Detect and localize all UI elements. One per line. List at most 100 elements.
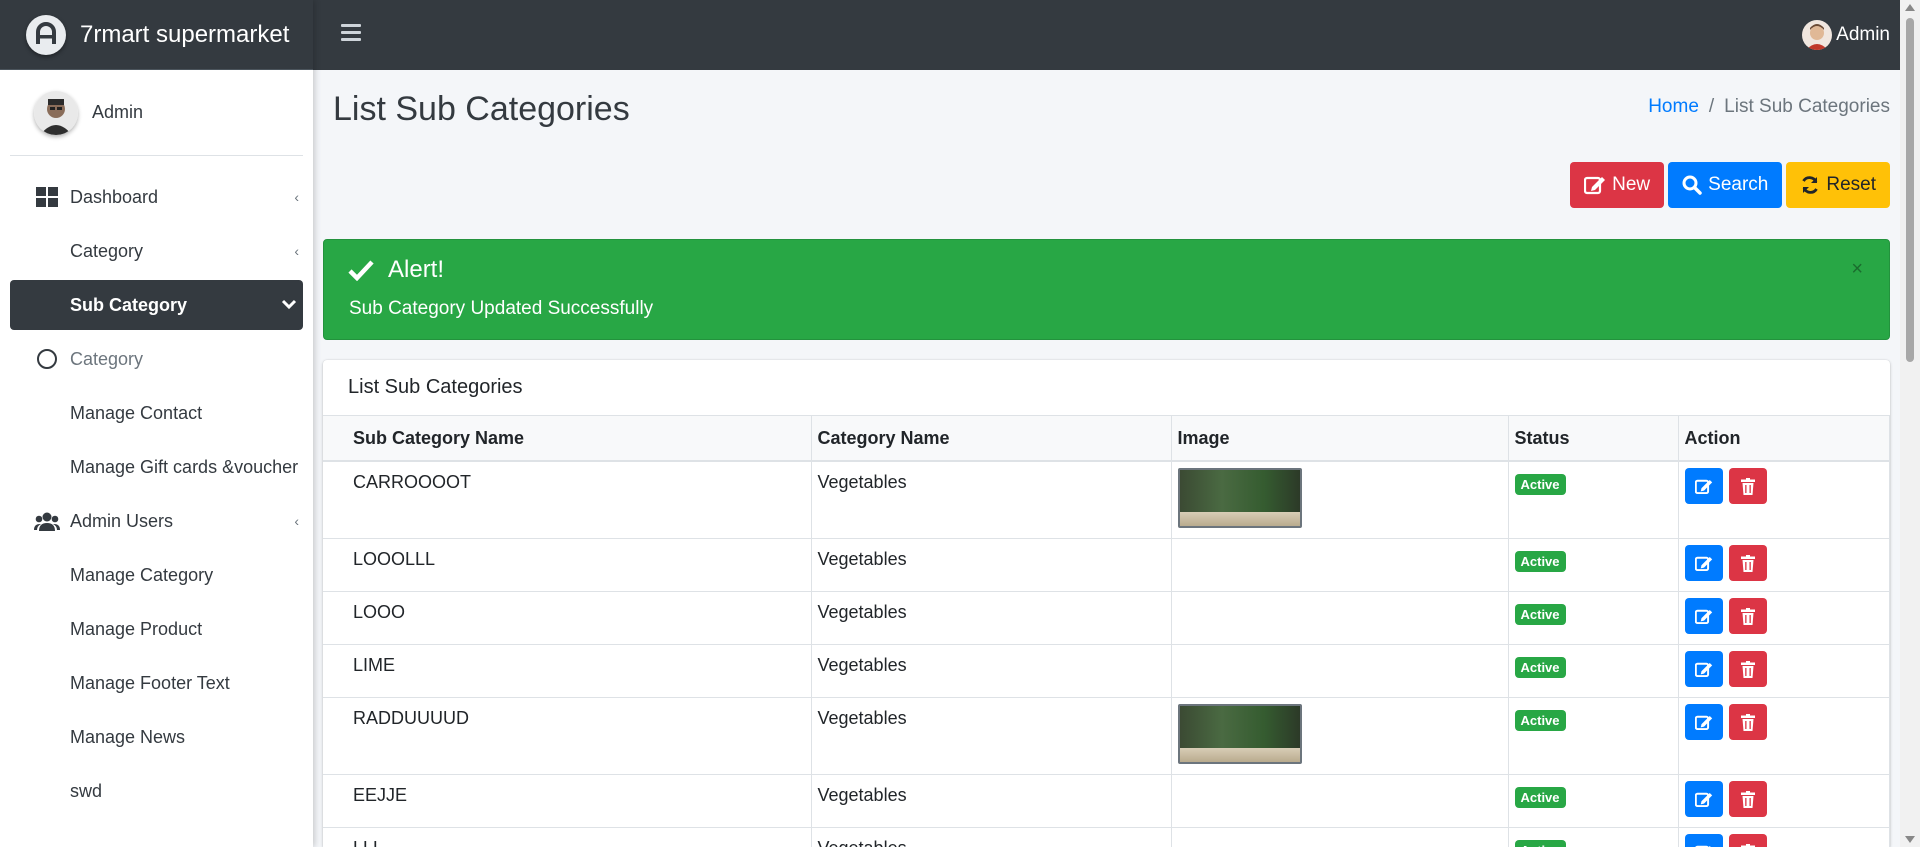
status-badge[interactable]: Active bbox=[1514, 474, 1566, 495]
sidebar-subitem-category[interactable]: Category bbox=[10, 334, 303, 384]
scroll-down-icon[interactable] bbox=[1905, 836, 1915, 843]
sub-category-image[interactable] bbox=[1177, 704, 1302, 764]
category-name: Vegetables bbox=[817, 602, 907, 622]
breadcrumb-home-link[interactable]: Home bbox=[1648, 96, 1699, 117]
status-cell: Active bbox=[1508, 644, 1679, 698]
image-cell bbox=[1171, 538, 1509, 592]
sidebar-item-label: Manage Footer Text bbox=[70, 672, 230, 693]
breadcrumb-separator: / bbox=[1708, 96, 1715, 117]
scroll-up-icon[interactable] bbox=[1905, 4, 1915, 11]
top-user-menu[interactable]: Admin bbox=[1802, 20, 1890, 50]
table-row: CARROOOOT Vegetables Active bbox=[323, 461, 1890, 539]
status-badge[interactable]: Active bbox=[1514, 710, 1566, 731]
edit-row-button[interactable] bbox=[1684, 545, 1723, 581]
sidebar-nav: Dashboard ‹ Category ‹ Sub Category Cate… bbox=[0, 172, 313, 816]
breadcrumb: Home / List Sub Categories bbox=[1648, 96, 1890, 118]
edit-row-button[interactable] bbox=[1684, 834, 1723, 847]
category-name: Vegetables bbox=[818, 838, 907, 847]
sub-category-image[interactable] bbox=[1177, 468, 1302, 528]
delete-row-button[interactable] bbox=[1728, 704, 1767, 740]
sidebar-item-swd[interactable]: swd bbox=[10, 766, 303, 816]
action-cell bbox=[1678, 827, 1890, 847]
sidebar-item-dashboard[interactable]: Dashboard ‹ bbox=[10, 172, 303, 222]
delete-row-button[interactable] bbox=[1728, 598, 1767, 634]
sidebar-item-label: swd bbox=[70, 780, 103, 801]
delete-row-button[interactable] bbox=[1728, 781, 1767, 817]
sidebar-item-manage-contact[interactable]: Manage Contact bbox=[10, 388, 303, 438]
status-badge[interactable]: Active bbox=[1514, 657, 1566, 678]
sidebar-item-manage-news[interactable]: Manage News bbox=[10, 712, 303, 762]
table-row: EEJJE Vegetables Active bbox=[323, 774, 1890, 828]
category-name-cell: Vegetables bbox=[811, 538, 1172, 592]
sidebar-item-label: Admin Users bbox=[70, 510, 174, 531]
edit-row-button[interactable] bbox=[1684, 468, 1723, 504]
edit-icon bbox=[1584, 176, 1606, 195]
sidebar-item-sub-category[interactable]: Sub Category bbox=[10, 280, 303, 330]
edit-row-button[interactable] bbox=[1684, 598, 1723, 634]
edit-row-button[interactable] bbox=[1684, 781, 1723, 817]
page-scrollbar[interactable] bbox=[1900, 0, 1920, 847]
sidebar-item-manage-category[interactable]: Manage Category bbox=[10, 550, 303, 600]
reset-button-label: Reset bbox=[1826, 174, 1876, 195]
sub-category-name-cell: CARROOOOT bbox=[323, 461, 812, 539]
category-name: Vegetables bbox=[817, 549, 907, 569]
status-cell: Active bbox=[1508, 538, 1679, 592]
sidebar-item-label: Category bbox=[70, 348, 144, 369]
chevron-down-icon bbox=[281, 297, 297, 313]
sidebar-item-label: Manage Gift cards &voucher bbox=[70, 456, 299, 477]
trash-icon bbox=[1740, 843, 1755, 847]
status-cell: Active bbox=[1508, 827, 1679, 847]
table-row: LLL Vegetables Active bbox=[323, 827, 1890, 847]
trash-icon bbox=[1740, 554, 1755, 572]
sidebar-item-manage-product[interactable]: Manage Product bbox=[10, 604, 303, 654]
sidebar-item-category[interactable]: Category ‹ bbox=[10, 226, 303, 276]
status-badge[interactable]: Active bbox=[1514, 604, 1566, 625]
top-user-avatar bbox=[1802, 20, 1833, 50]
hamburger-menu-icon[interactable] bbox=[341, 24, 361, 44]
edit-row-button[interactable] bbox=[1684, 651, 1723, 687]
sidebar-item-manage-footer-text[interactable]: Manage Footer Text bbox=[10, 658, 303, 708]
status-badge[interactable]: Active bbox=[1514, 551, 1566, 572]
sidebar-item-manage-gift-cards[interactable]: Manage Gift cards &voucher bbox=[10, 442, 303, 492]
delete-row-button[interactable] bbox=[1728, 468, 1767, 504]
sidebar-item-admin-users[interactable]: Admin Users ‹ bbox=[10, 496, 303, 546]
column-header: Status bbox=[1508, 416, 1679, 462]
edit-icon bbox=[1694, 845, 1711, 847]
brand-name: 7rmart supermarket bbox=[80, 20, 290, 48]
action-cell bbox=[1678, 774, 1890, 828]
close-icon[interactable]: × bbox=[1851, 258, 1863, 281]
chevron-left-icon: ‹ bbox=[294, 243, 299, 259]
users-icon bbox=[34, 508, 60, 534]
new-button[interactable]: New bbox=[1570, 162, 1665, 208]
brand-link[interactable]: 7rmart supermarket bbox=[0, 0, 313, 70]
category-name: Vegetables bbox=[817, 655, 907, 675]
status-badge[interactable]: Active bbox=[1514, 787, 1566, 808]
alert-title: Alert! bbox=[348, 256, 444, 284]
image-cell bbox=[1171, 827, 1509, 847]
edit-row-button[interactable] bbox=[1684, 704, 1723, 740]
status-cell: Active bbox=[1508, 591, 1679, 645]
sidebar-item-label: Manage Product bbox=[70, 618, 203, 639]
edit-icon bbox=[1694, 792, 1712, 807]
user-panel[interactable]: Admin bbox=[10, 70, 303, 156]
main-sidebar: 7rmart supermarket Admin Dashboard ‹ Cat… bbox=[0, 0, 313, 847]
scroll-thumb[interactable] bbox=[1906, 18, 1914, 362]
status-cell: Active bbox=[1508, 774, 1679, 828]
circle-icon bbox=[34, 346, 60, 372]
action-cell bbox=[1678, 538, 1890, 592]
reset-button[interactable]: Reset bbox=[1786, 162, 1890, 208]
sub-category-name-cell: RADDUUUUD bbox=[323, 697, 812, 775]
delete-row-button[interactable] bbox=[1728, 545, 1767, 581]
status-badge[interactable]: Active bbox=[1514, 840, 1566, 847]
delete-row-button[interactable] bbox=[1728, 834, 1767, 847]
alert-message: Sub Category Updated Successfully bbox=[349, 298, 654, 319]
chevron-left-icon: ‹ bbox=[294, 189, 299, 205]
sidebar-item-label: Manage Category bbox=[70, 564, 214, 585]
delete-row-button[interactable] bbox=[1728, 651, 1767, 687]
trash-icon bbox=[1740, 790, 1755, 808]
sub-category-name-cell: LOOO bbox=[323, 591, 812, 645]
search-button[interactable]: Search bbox=[1668, 162, 1783, 208]
sidebar-item-label: Category bbox=[70, 240, 144, 261]
sub-category-name: EEJJE bbox=[353, 785, 408, 805]
action-cell bbox=[1678, 697, 1890, 775]
